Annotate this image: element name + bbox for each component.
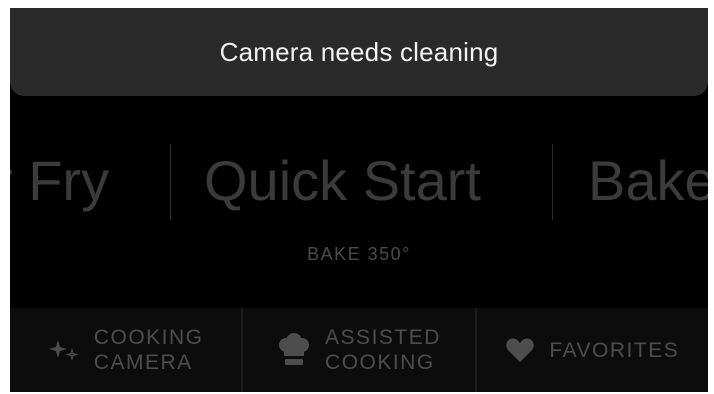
oven-screen: Camera needs cleaning r Fry Quick Start … — [10, 8, 708, 392]
favorites-button[interactable]: FAVORITES — [474, 308, 708, 392]
toast-message: Camera needs cleaning — [219, 36, 499, 67]
heart-icon — [505, 337, 535, 363]
assisted-cooking-button[interactable]: ASSISTED COOKING — [241, 308, 474, 392]
cooking-camera-button[interactable]: COOKING CAMERA — [10, 308, 241, 392]
camera-cleaning-toast[interactable]: Camera needs cleaning — [10, 8, 708, 96]
cooking-mode-carousel[interactable]: r Fry Quick Start Bake — [10, 138, 708, 228]
mode-setting-subtitle: BAKE 350° — [307, 244, 411, 264]
chef-hat-icon — [277, 332, 311, 368]
mode-divider — [170, 144, 171, 220]
mode-quick-start[interactable]: Quick Start — [204, 146, 481, 216]
sparkle-icon — [48, 336, 80, 364]
cooking-camera-label: COOKING CAMERA — [93, 326, 204, 374]
mode-air-fry[interactable]: r Fry — [10, 146, 109, 216]
mode-divider — [552, 144, 553, 220]
bottom-nav: COOKING CAMERA ASSISTED COOKING FAVORITE… — [10, 308, 708, 392]
favorites-label: FAVORITES — [549, 338, 680, 362]
mode-bake[interactable]: Bake — [588, 146, 708, 216]
assisted-cooking-label: ASSISTED COOKING — [325, 326, 441, 374]
